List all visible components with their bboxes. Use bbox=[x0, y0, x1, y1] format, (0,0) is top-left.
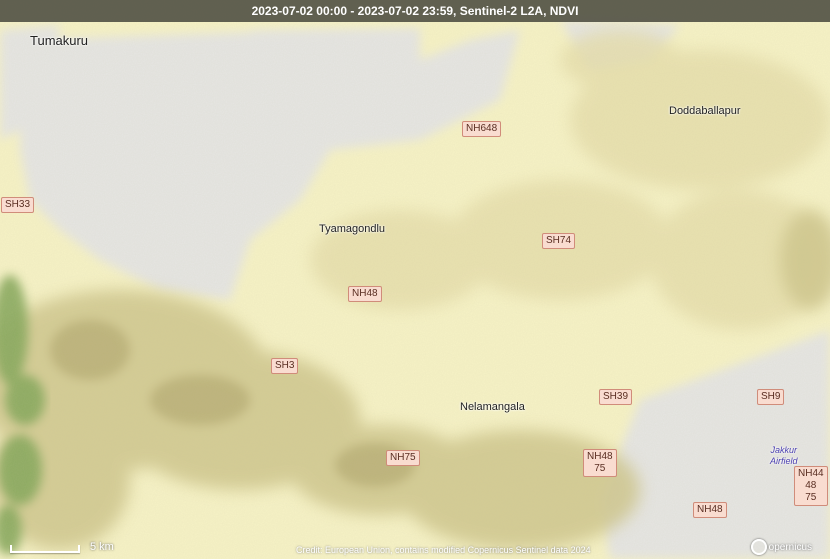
texture-overlay bbox=[0, 0, 830, 559]
place-nelamangala: Nelamangala bbox=[460, 401, 525, 413]
road-shield-sh9: SH9 bbox=[757, 389, 785, 405]
place-jakkur-airfield: Jakkur Airfield bbox=[770, 445, 798, 467]
place-doddaballapur: Doddaballapur bbox=[669, 105, 741, 117]
road-shield-nh648: NH648 bbox=[462, 121, 502, 137]
ndvi-map-layer bbox=[0, 0, 830, 559]
scale-label: 5 km bbox=[90, 541, 114, 553]
road-shield-sh3: SH3 bbox=[271, 358, 299, 374]
date-range-text: 2023-07-02 00:00 - 2023-07-02 23:59, Sen… bbox=[251, 4, 579, 18]
road-shield-nh48-south: NH48 bbox=[693, 502, 727, 518]
road-shield-sh33: SH33 bbox=[1, 197, 35, 213]
copernicus-ring-icon bbox=[750, 539, 767, 555]
place-tyamagondlu: Tyamagondlu bbox=[319, 223, 386, 235]
date-range-title: 2023-07-02 00:00 - 2023-07-02 23:59, Sen… bbox=[0, 0, 830, 22]
jakkur-line-1: Jakkur bbox=[770, 445, 798, 455]
road-shield-sh39: SH39 bbox=[599, 389, 633, 405]
scale-line bbox=[10, 545, 80, 553]
place-tumakuru: Tumakuru bbox=[30, 33, 89, 48]
road-shield-nh48-75: NH48 75 bbox=[583, 449, 617, 477]
attribution-credit: Credit: European Union, contains modifie… bbox=[296, 545, 591, 555]
road-shield-nh75: NH75 bbox=[386, 450, 420, 466]
copernicus-logo: opernicus bbox=[750, 539, 812, 555]
copernicus-logo-text: opernicus bbox=[768, 541, 812, 553]
scale-bar: 5 km bbox=[10, 541, 114, 553]
ndvi-map[interactable] bbox=[0, 0, 830, 559]
jakkur-line-2: Airfield bbox=[770, 456, 798, 466]
road-shield-nh44-48-75: NH44 48 75 bbox=[794, 466, 828, 506]
road-shield-nh48: NH48 bbox=[348, 286, 382, 302]
road-shield-sh74: SH74 bbox=[542, 233, 576, 249]
